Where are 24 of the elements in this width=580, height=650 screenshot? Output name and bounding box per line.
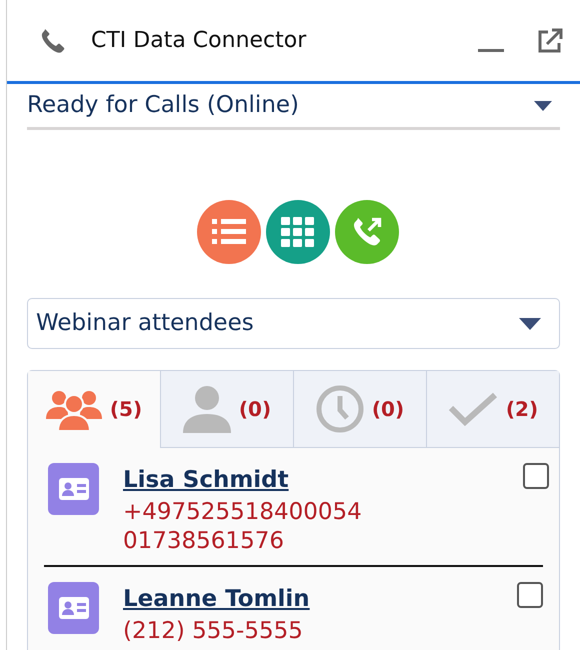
tab[interactable]: (2) [426, 371, 559, 448]
clock-icon [316, 385, 364, 433]
checkmark-icon [448, 392, 498, 426]
contact-name-link[interactable]: Leanne Tomlin [123, 586, 310, 612]
caret-icon [519, 318, 541, 330]
contact-card-icon [48, 463, 99, 515]
minimize-icon[interactable] [478, 46, 504, 54]
checkbox[interactable] [523, 463, 549, 489]
tab[interactable]: (0) [293, 371, 426, 448]
status-dropdown[interactable]: Ready for Calls (Online) [27, 84, 560, 130]
phone-number[interactable]: +497525518400054 [123, 498, 362, 528]
list-icon [212, 218, 246, 246]
phone-number[interactable]: 01738561576 [123, 527, 362, 558]
checkbox[interactable] [517, 582, 543, 608]
caret-icon [534, 100, 552, 110]
dialpad-icon [280, 217, 314, 247]
window-title: CTI Data Connector [91, 27, 308, 55]
contact-name-link[interactable]: Lisa Schmidt [123, 467, 289, 493]
contact-card-icon [48, 582, 99, 634]
list-dropdown[interactable]: Webinar attendees [27, 298, 560, 349]
phone-number[interactable]: (212) 555-5555 [123, 616, 310, 647]
person-icon [182, 385, 231, 433]
tab[interactable]: (0) [160, 371, 293, 448]
pop-out-icon[interactable] [536, 26, 564, 54]
